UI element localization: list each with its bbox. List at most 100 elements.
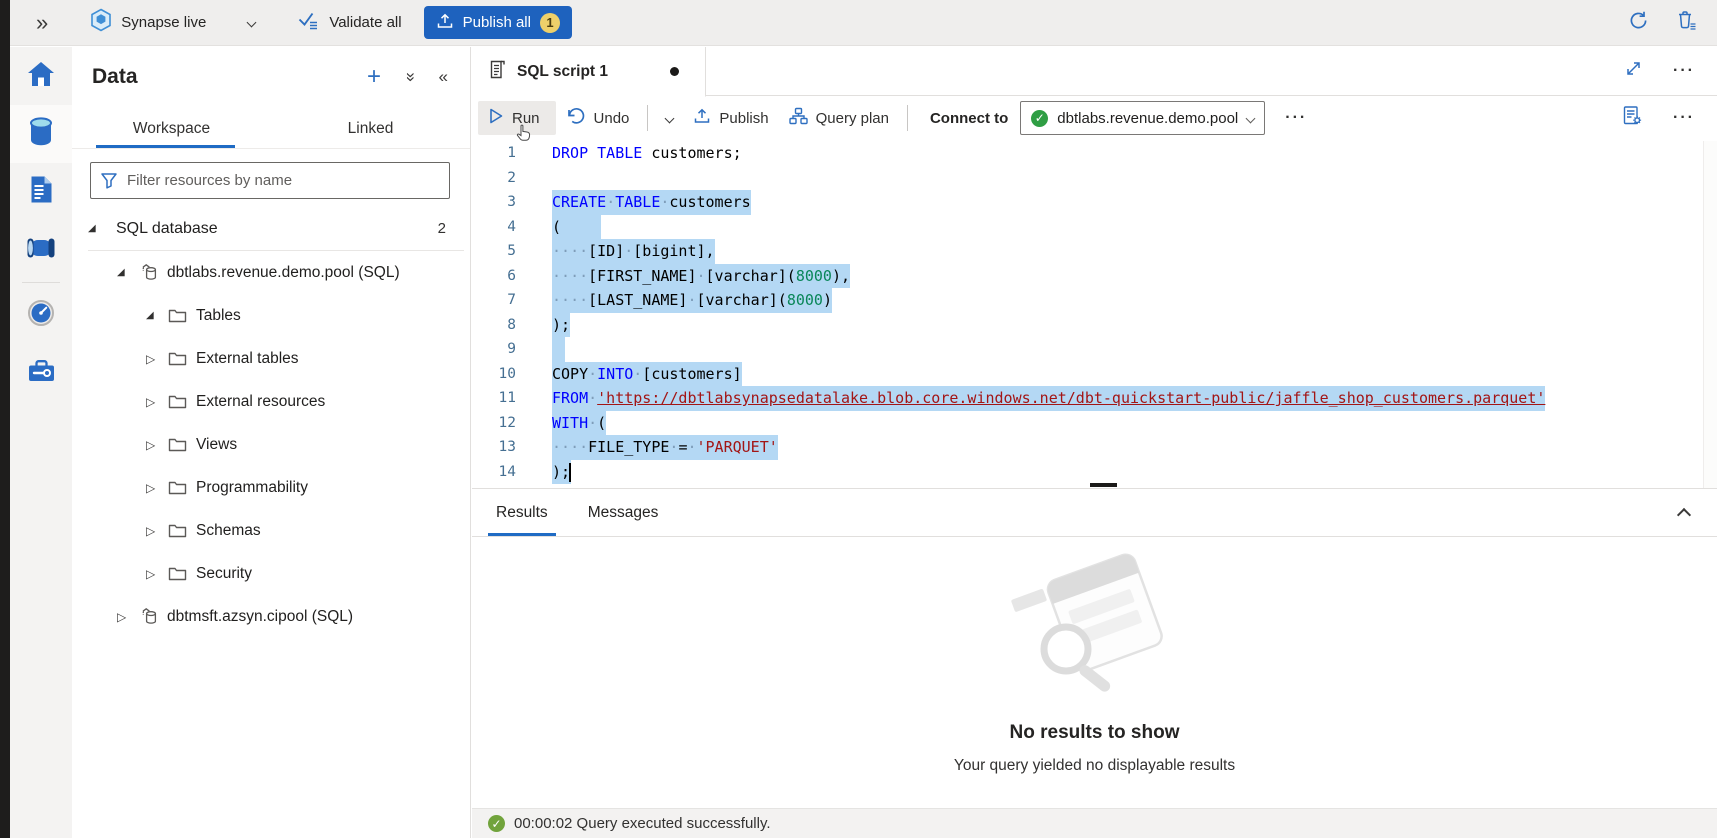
no-results-illustration	[1000, 553, 1190, 708]
add-resource-button[interactable]: +	[367, 67, 381, 87]
tab-results[interactable]: Results	[488, 489, 556, 536]
toolbar-more-button[interactable]: ···	[1285, 109, 1307, 127]
expand-breadcrumb-icon[interactable]: »	[36, 10, 48, 36]
collapse-results-chevron-up-icon[interactable]	[1679, 507, 1689, 525]
sql-code-editor[interactable]: 1DROP TABLE customers;23CREATE·TABLE·cus…	[472, 141, 1717, 488]
tree-item-dbtlabs-revenue-demo-pool-sql[interactable]: ◢dbtlabs.revenue.demo.pool (SQL)	[72, 251, 470, 294]
filter-resources-input[interactable]	[90, 162, 450, 199]
query-plan-label: Query plan	[816, 110, 889, 127]
tree-item-security[interactable]: ▷Security	[72, 552, 470, 595]
expand-editor-icon[interactable]	[1624, 59, 1643, 83]
mode-chevron-down-icon[interactable]	[247, 18, 257, 28]
tree-item-programmability[interactable]: ▷ Programmability	[72, 466, 470, 509]
monitor-gauge-icon	[27, 299, 55, 332]
query-status-bar: ✓ 00:00:02 Query executed successfully.	[472, 808, 1717, 838]
tree-item-external-resources[interactable]: ▷ External resources	[72, 380, 470, 423]
publish-all-button[interactable]: Publish all 1	[424, 6, 572, 39]
tree-item-label: External resources	[196, 393, 325, 411]
validate-all-label: Validate all	[329, 14, 401, 31]
tree-item-views[interactable]: ▷ Views	[72, 423, 470, 466]
sidebar-item-data[interactable]	[10, 105, 72, 163]
tree-item-external-tables[interactable]: ▷External tables	[72, 337, 470, 380]
tree-item-tables[interactable]: ◢Tables	[72, 294, 470, 337]
editor-scrollbar[interactable]	[1703, 141, 1717, 488]
collapse-all-icon[interactable]: «	[400, 72, 420, 81]
expanded-arrow-icon[interactable]: ◢	[117, 267, 139, 278]
tree-item-label: Schemas	[196, 522, 261, 540]
connect-to-label: Connect to	[930, 110, 1008, 127]
collapse-panel-icon[interactable]: «	[439, 67, 448, 87]
discard-trash-icon[interactable]	[1676, 9, 1697, 37]
sidebar-item-home[interactable]	[10, 47, 72, 105]
collapsed-arrow-icon[interactable]: ▷	[146, 395, 168, 409]
code-line: 2	[472, 166, 1717, 191]
sidebar-item-manage[interactable]	[10, 344, 72, 402]
empty-results-title: No results to show	[1010, 722, 1180, 744]
folder-icon	[168, 480, 190, 496]
view-settings-icon[interactable]	[1622, 105, 1643, 131]
item-count: 2	[438, 220, 446, 237]
publish-button[interactable]: Publish	[683, 101, 778, 135]
collapsed-arrow-icon[interactable]: ▷	[117, 610, 139, 624]
tree-item-sql-database[interactable]: ◢SQL database2	[72, 207, 470, 250]
line-number: 2	[472, 166, 536, 191]
tab-more-actions-button[interactable]: ···	[1673, 62, 1695, 80]
collapsed-arrow-icon[interactable]: ▷	[146, 352, 168, 366]
tree-item-schemas[interactable]: ▷ Schemas	[72, 509, 470, 552]
expanded-arrow-icon[interactable]: ◢	[146, 310, 168, 321]
undo-button[interactable]: Undo	[556, 101, 640, 136]
sidebar-item-monitor[interactable]	[10, 286, 72, 344]
tree-item-label: Views	[196, 436, 237, 454]
collapsed-arrow-icon[interactable]: ▷	[146, 438, 168, 452]
expanded-arrow-icon[interactable]: ◢	[88, 223, 110, 234]
mode-selector[interactable]: Synapse live	[90, 8, 206, 37]
sql-pool-database-icon	[139, 607, 161, 626]
code-line: 1DROP TABLE customers;	[472, 141, 1717, 166]
line-number: 14	[472, 460, 536, 485]
folder-icon	[168, 566, 190, 582]
pool-name: dbtlabs.revenue.demo.pool	[1057, 110, 1238, 127]
code-line: 9	[472, 337, 1717, 362]
line-number: 13	[472, 435, 536, 460]
code-line: 11FROM·'https://dbtlabsynapsedatalake.bl…	[472, 386, 1717, 411]
main-area: SQL script 1 ··· Run U	[472, 47, 1717, 838]
sql-script-icon	[488, 59, 507, 85]
data-panel-tabs: Workspace Linked	[72, 105, 470, 149]
sidebar-divider	[22, 282, 60, 283]
sidebar-item-develop[interactable]	[10, 163, 72, 221]
tree-item-dbtmsft-azsyn-cipool-sql[interactable]: ▷ dbtmsft.azsyn.cipool (SQL)	[72, 595, 470, 638]
refresh-icon[interactable]	[1627, 9, 1650, 37]
integrate-pipeline-icon	[26, 236, 56, 265]
run-options-chevron[interactable]	[656, 109, 683, 128]
sidebar-item-integrate[interactable]	[10, 221, 72, 279]
collapsed-arrow-icon[interactable]: ▷	[146, 481, 168, 495]
results-tab-bar: Results Messages	[472, 489, 1717, 537]
pool-selector-dropdown[interactable]: ✓ dbtlabs.revenue.demo.pool	[1020, 101, 1265, 135]
tab-workspace[interactable]: Workspace	[72, 105, 271, 148]
document-tab-bar: SQL script 1 ···	[472, 47, 1717, 96]
line-number: 9	[472, 337, 536, 362]
editor-more-actions-button[interactable]: ···	[1673, 109, 1695, 127]
query-plan-button[interactable]: Query plan	[779, 101, 899, 135]
status-success-check-icon: ✓	[488, 815, 505, 832]
validate-check-icon	[297, 10, 320, 36]
tab-linked[interactable]: Linked	[271, 105, 470, 148]
tab-sql-script-1[interactable]: SQL script 1	[472, 47, 706, 97]
top-bar: » Synapse live Validate all Publish all …	[10, 0, 1717, 46]
code-line: 6····[FIRST_NAME]·[varchar](8000),	[472, 264, 1717, 289]
line-number: 10	[472, 362, 536, 387]
validate-all-button[interactable]: Validate all	[297, 10, 401, 36]
collapsed-arrow-icon[interactable]: ▷	[146, 524, 168, 538]
tree-item-label: Programmability	[196, 479, 308, 497]
line-number: 5	[472, 239, 536, 264]
line-number: 6	[472, 264, 536, 289]
tab-messages[interactable]: Messages	[580, 489, 667, 536]
code-lines: 1DROP TABLE customers;23CREATE·TABLE·cus…	[472, 141, 1717, 484]
publish-all-label: Publish all	[463, 14, 531, 31]
splitter-drag-handle[interactable]	[1090, 483, 1117, 487]
code-line: 7····[LAST_NAME]·[varchar](8000)	[472, 288, 1717, 313]
tree-item-label: dbtmsft.azsyn.cipool (SQL)	[167, 608, 353, 626]
collapsed-arrow-icon[interactable]: ▷	[146, 567, 168, 581]
resource-tree: ◢SQL database2◢dbtlabs.revenue.demo.pool…	[72, 207, 470, 638]
editor-toolbar: Run Undo Publish Query plan	[472, 96, 1717, 140]
